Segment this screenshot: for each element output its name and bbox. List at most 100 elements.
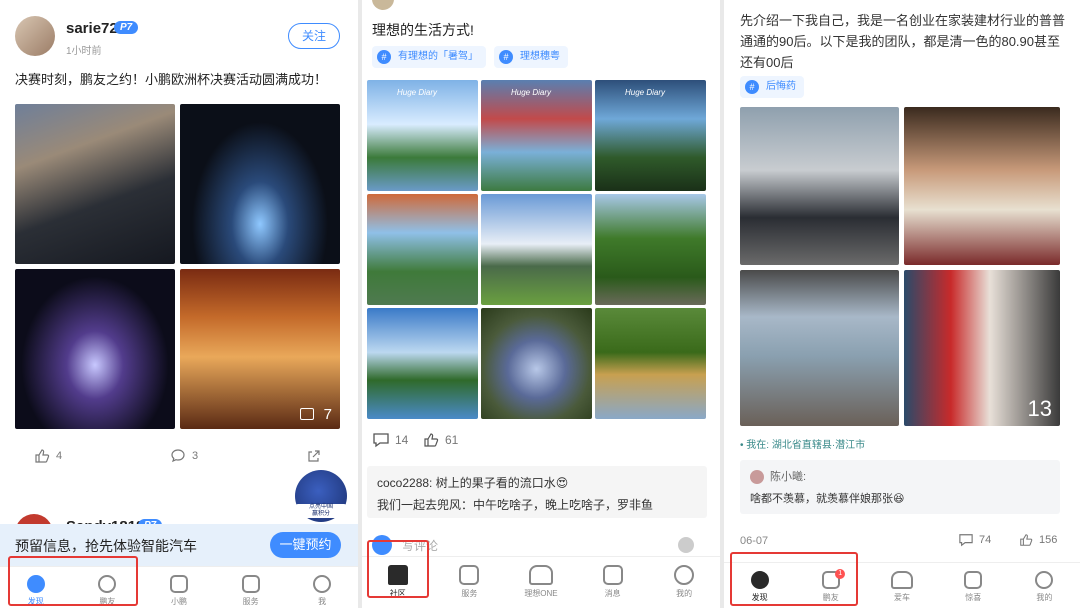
like-button[interactable]: 61 [422,432,458,448]
post-image[interactable]: Huge Diary [481,80,592,191]
location[interactable]: • 我在: 湖北省直辖县·潜江市 [740,436,865,451]
panel-xpeng-feed: sarie72 P7 1小时前 关注 决赛时刻，鹏友之约！小鹏欧洲杯决赛活动圆满… [0,0,358,608]
comment-button[interactable]: 74 [958,533,991,547]
post-image[interactable] [481,194,592,305]
comment-preview[interactable]: coco2288: 树上的果子看的流口水😍 我们一起去兜风：中午吃啥子，晚上吃啥… [367,466,707,518]
like-count: 4 [56,450,63,462]
post-image[interactable] [15,269,175,429]
user-icon [674,565,695,585]
car-icon [169,575,188,593]
comment-text: 我们一起去兜风：中午吃啥子，晚上吃啥子，罗非鱼 [377,498,654,512]
commenter-avatar [750,470,764,484]
comment-count: 74 [979,534,992,546]
post-image[interactable] [595,308,706,419]
like-count: 156 [1039,534,1058,546]
tab-service[interactable]: 服务 [434,557,506,608]
post-image[interactable] [740,270,899,426]
bag-icon [964,571,983,589]
tab-label: 消息 [604,589,621,598]
more-images-count: 13 [1027,396,1052,421]
watermark: Huge Diary [397,88,438,97]
username[interactable]: sarie72 [66,20,118,37]
comment-icon [171,449,185,463]
banner-text: 预留信息，抢先体验智能汽车 [15,538,197,554]
post-image[interactable] [740,107,899,265]
tab-me[interactable]: 我的 [648,557,720,608]
car-icon [528,565,553,585]
comment-line: 我们一起去兜风：中午吃啥子，晚上吃啥子，罗非鱼 [377,494,697,516]
tab-me[interactable]: 我 [286,567,358,608]
comment-button[interactable]: 14 [372,432,408,448]
tab-label: 惊喜 [965,593,982,602]
post-image[interactable] [367,194,478,305]
post-image[interactable] [595,194,706,305]
comment-button[interactable]: 3 [170,448,198,464]
post-image[interactable] [904,107,1060,265]
thumbs-up-icon [424,433,439,447]
post-image[interactable]: 13 [904,270,1060,426]
tab-messages[interactable]: 消息 [577,557,649,608]
follow-button[interactable]: 关注 [288,23,340,49]
user-icon [1035,571,1054,589]
like-count: 61 [445,433,459,447]
comment-text: 啥都不羡慕，就羡慕伴娘那张😆 [750,493,905,505]
post-content: 决赛时刻，鹏友之约！小鹏欧洲杯决赛活动圆满成功！ [15,72,328,87]
post-image[interactable]: 7 [180,269,340,429]
post-image[interactable] [15,104,175,264]
comment-line: coco2288: 树上的果子看的流口水😍 [377,472,697,494]
comment-text: 树上的果子看的流口水😍 [435,476,569,490]
tab-lixiang-one[interactable]: 理想ONE [505,557,577,608]
watermark: Huge Diary [511,88,552,97]
user-avatar[interactable] [372,0,394,10]
like-button[interactable]: 156 [1018,533,1057,547]
highlight-box [367,540,429,598]
tag-label: 有理想的「暑驾」 [398,51,478,62]
tab-car[interactable]: 爱车 [866,563,937,608]
hash-icon: # [377,50,391,64]
share-icon[interactable] [306,448,322,464]
post-image[interactable]: Huge Diary [595,80,706,191]
post-image[interactable]: Huge Diary [367,80,478,191]
thumbs-up-icon [35,449,50,463]
tab-xpeng[interactable]: 小鹏 [143,567,215,608]
hash-icon: # [745,80,759,94]
emoji-icon[interactable] [678,537,694,553]
comment-user: coco2288: [377,476,433,490]
bag-icon [459,565,480,585]
topic-tag[interactable]: # 后悔药 [740,76,804,98]
tab-me[interactable]: 我的 [1009,563,1080,608]
message-icon [602,565,623,585]
china-map-floating-icon[interactable]: 点亮中国 赢积分 [295,470,347,522]
post-image[interactable] [180,104,340,264]
tab-label: 爱车 [894,593,910,602]
comment-preview[interactable]: 陈小曦: 啥都不羡慕，就羡慕伴娘那张😆 [740,460,1060,514]
highlight-box [730,552,858,606]
topic-tag[interactable]: # 理想穗粤 [494,46,568,68]
more-images-count: 7 [323,406,332,423]
thumbs-up-icon [1020,534,1033,546]
gallery-icon [300,408,314,420]
tab-service[interactable]: 服务 [215,567,287,608]
user-avatar[interactable] [15,16,55,56]
comment-count: 14 [395,433,409,447]
post-image[interactable] [367,308,478,419]
post-date: 06-07 [740,535,769,547]
tab-label: 小鹏 [170,597,187,606]
smile-icon [313,575,332,593]
reserve-button[interactable]: 一键预约 [270,532,341,558]
level-badge: P7 [114,21,139,34]
floating-label: 点亮中国 赢积分 [295,504,347,518]
comment-header: 陈小曦: [750,466,1050,488]
topic-tag[interactable]: # 有理想的「暑驾」 [372,46,486,68]
tab-surprise[interactable]: 惊喜 [938,563,1009,608]
tab-label: 我的 [676,589,693,598]
like-button[interactable]: 4 [34,448,62,464]
post-title: 理想的生活方式! [372,22,474,38]
highlight-box [8,556,138,606]
comment-icon [373,433,389,448]
post-image[interactable] [481,308,592,419]
post-content: 先介绍一下我自己，我是一名创业在家装建材行业的普普通通的90后。以下是我的团队，… [740,13,1066,70]
tab-label: 理想ONE [524,589,558,598]
hash-icon: # [499,50,513,64]
tab-label: 我的 [1036,593,1053,602]
